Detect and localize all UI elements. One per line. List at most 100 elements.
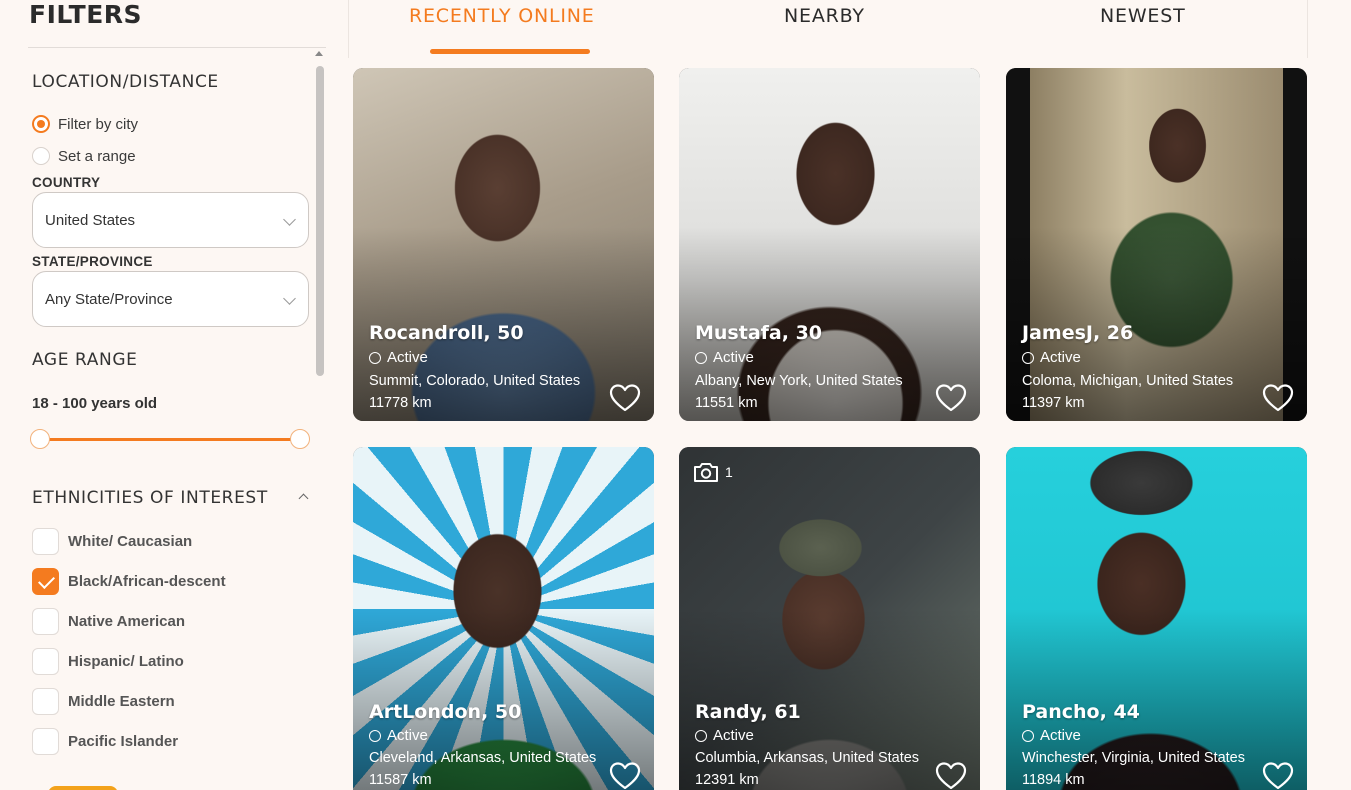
radio-selected-icon[interactable]: [32, 115, 50, 133]
age-range-text: 18 - 100 years old: [32, 395, 158, 412]
radio-label: Set a range: [58, 147, 136, 165]
online-status: Active: [1022, 349, 1081, 366]
profile-distance: 12391 km: [695, 772, 759, 788]
heart-outline-icon[interactable]: [935, 761, 967, 790]
radio-filter-by-city[interactable]: Filter by city: [32, 115, 138, 133]
profile-distance: 11397 km: [1022, 395, 1085, 411]
active-tab-indicator: [430, 49, 590, 54]
sidebar-scrollbar[interactable]: [316, 66, 324, 376]
circle-outline-icon: [369, 729, 381, 742]
circle-outline-icon: [369, 351, 381, 364]
age-slider-max-handle[interactable]: [290, 429, 310, 449]
chevron-up-icon[interactable]: [298, 493, 309, 504]
checkbox[interactable]: [32, 648, 59, 675]
profile-location: Columbia, Arkansas, United States: [695, 750, 920, 766]
profile-name: Mustafa, 30: [695, 322, 823, 344]
circle-outline-icon: [695, 351, 707, 364]
state-label: STATE/PROVINCE: [32, 254, 153, 269]
checkbox-label: Middle Eastern: [68, 693, 175, 710]
profile-location: Cleveland, Arkansas, United States: [369, 750, 597, 766]
ethnicity-native-american[interactable]: Native American: [32, 608, 185, 635]
profile-name: Randy, 61: [695, 701, 801, 723]
checkbox[interactable]: [32, 608, 59, 635]
heart-outline-icon[interactable]: [1262, 383, 1294, 413]
ethnicity-pacific-islander[interactable]: Pacific Islander: [32, 728, 178, 755]
circle-outline-icon: [695, 729, 707, 742]
status-text: Active: [387, 349, 428, 366]
profile-card[interactable]: 1 Randy, 61 Active Columbia, Arkansas, U…: [679, 447, 980, 790]
chevron-down-icon: [283, 292, 296, 305]
profile-card[interactable]: Rocandroll, 50 Active Summit, Colorado, …: [353, 68, 654, 421]
checkbox-label: Hispanic/ Latino: [68, 653, 184, 670]
age-section-title: AGE RANGE: [32, 350, 138, 370]
age-slider-track[interactable]: [40, 438, 300, 441]
ethnicity-hispanic-latino[interactable]: Hispanic/ Latino: [32, 648, 184, 675]
profile-location: Summit, Colorado, United States: [369, 373, 581, 389]
status-text: Active: [713, 727, 754, 744]
checkbox[interactable]: [32, 528, 59, 555]
profile-location: Coloma, Michigan, United States: [1022, 373, 1234, 389]
country-select[interactable]: United States: [32, 192, 309, 248]
online-status: Active: [1022, 727, 1081, 744]
status-text: Active: [1040, 349, 1081, 366]
heart-outline-icon[interactable]: [609, 761, 641, 790]
apply-filters-button[interactable]: [48, 786, 118, 790]
photo-count: 1: [693, 461, 733, 483]
photo-count-value: 1: [725, 464, 733, 480]
online-status: Active: [695, 727, 754, 744]
profile-name: Rocandroll, 50: [369, 322, 524, 344]
filters-title: FILTERS: [29, 0, 143, 29]
checkbox-label: Native American: [68, 613, 185, 630]
profile-distance: 11551 km: [695, 395, 758, 411]
country-label: COUNTRY: [32, 175, 101, 190]
filters-sidebar: FILTERS LOCATION/DISTANCE Filter by city…: [0, 0, 330, 790]
checkbox-label: Black/African-descent: [68, 573, 226, 590]
tab-newest[interactable]: NEWEST: [1100, 5, 1185, 27]
radio-unselected-icon[interactable]: [32, 147, 50, 165]
checkbox-label: Pacific Islander: [68, 733, 179, 750]
scroll-up-arrow-icon[interactable]: [315, 51, 323, 56]
profile-card[interactable]: JamesJ, 26 Active Coloma, Michigan, Unit…: [1006, 68, 1307, 421]
age-slider-min-handle[interactable]: [30, 429, 50, 449]
profile-location: Winchester, Virginia, United States: [1022, 750, 1245, 766]
radio-label: Filter by city: [58, 115, 139, 133]
camera-icon: [694, 463, 718, 482]
profile-distance: 11894 km: [1022, 772, 1085, 788]
tab-recently-online[interactable]: RECENTLY ONLINE: [409, 5, 595, 27]
radio-set-a-range[interactable]: Set a range: [32, 147, 136, 165]
checkbox-label: White/ Caucasian: [68, 533, 193, 550]
status-text: Active: [387, 727, 428, 744]
state-value: Any State/Province: [45, 290, 173, 308]
profile-distance: 11778 km: [369, 395, 432, 411]
ethnicity-black-african-descent[interactable]: Black/African-descent: [32, 568, 226, 595]
ethnicity-middle-eastern[interactable]: Middle Eastern: [32, 688, 175, 715]
profile-location: Albany, New York, United States: [695, 373, 903, 389]
tab-nearby[interactable]: NEARBY: [784, 5, 865, 27]
status-text: Active: [713, 349, 754, 366]
online-status: Active: [369, 349, 428, 366]
heart-outline-icon[interactable]: [609, 383, 641, 413]
profile-name: ArtLondon, 50: [369, 701, 522, 723]
profile-card[interactable]: Pancho, 44 Active Winchester, Virginia, …: [1006, 447, 1307, 790]
ethnicities-section-title: ETHNICITIES OF INTEREST: [32, 488, 268, 508]
checkbox[interactable]: [32, 728, 59, 755]
divider: [28, 47, 326, 48]
profile-card[interactable]: Mustafa, 30 Active Albany, New York, Uni…: [679, 68, 980, 421]
circle-outline-icon: [1022, 351, 1034, 364]
checkbox-checked[interactable]: [32, 568, 59, 595]
heart-outline-icon[interactable]: [1262, 761, 1294, 790]
checkbox[interactable]: [32, 688, 59, 715]
state-select[interactable]: Any State/Province: [32, 271, 309, 327]
profile-distance: 11587 km: [369, 772, 432, 788]
country-value: United States: [45, 211, 136, 229]
profile-name: JamesJ, 26: [1022, 322, 1134, 344]
online-status: Active: [369, 727, 428, 744]
online-status: Active: [695, 349, 754, 366]
profile-name: Pancho, 44: [1022, 701, 1140, 723]
profile-card[interactable]: ArtLondon, 50 Active Cleveland, Arkansas…: [353, 447, 654, 790]
heart-outline-icon[interactable]: [935, 383, 967, 413]
status-text: Active: [1040, 727, 1081, 744]
circle-outline-icon: [1022, 729, 1034, 742]
chevron-down-icon: [283, 213, 296, 226]
ethnicity-white-caucasian[interactable]: White/ Caucasian: [32, 528, 192, 555]
